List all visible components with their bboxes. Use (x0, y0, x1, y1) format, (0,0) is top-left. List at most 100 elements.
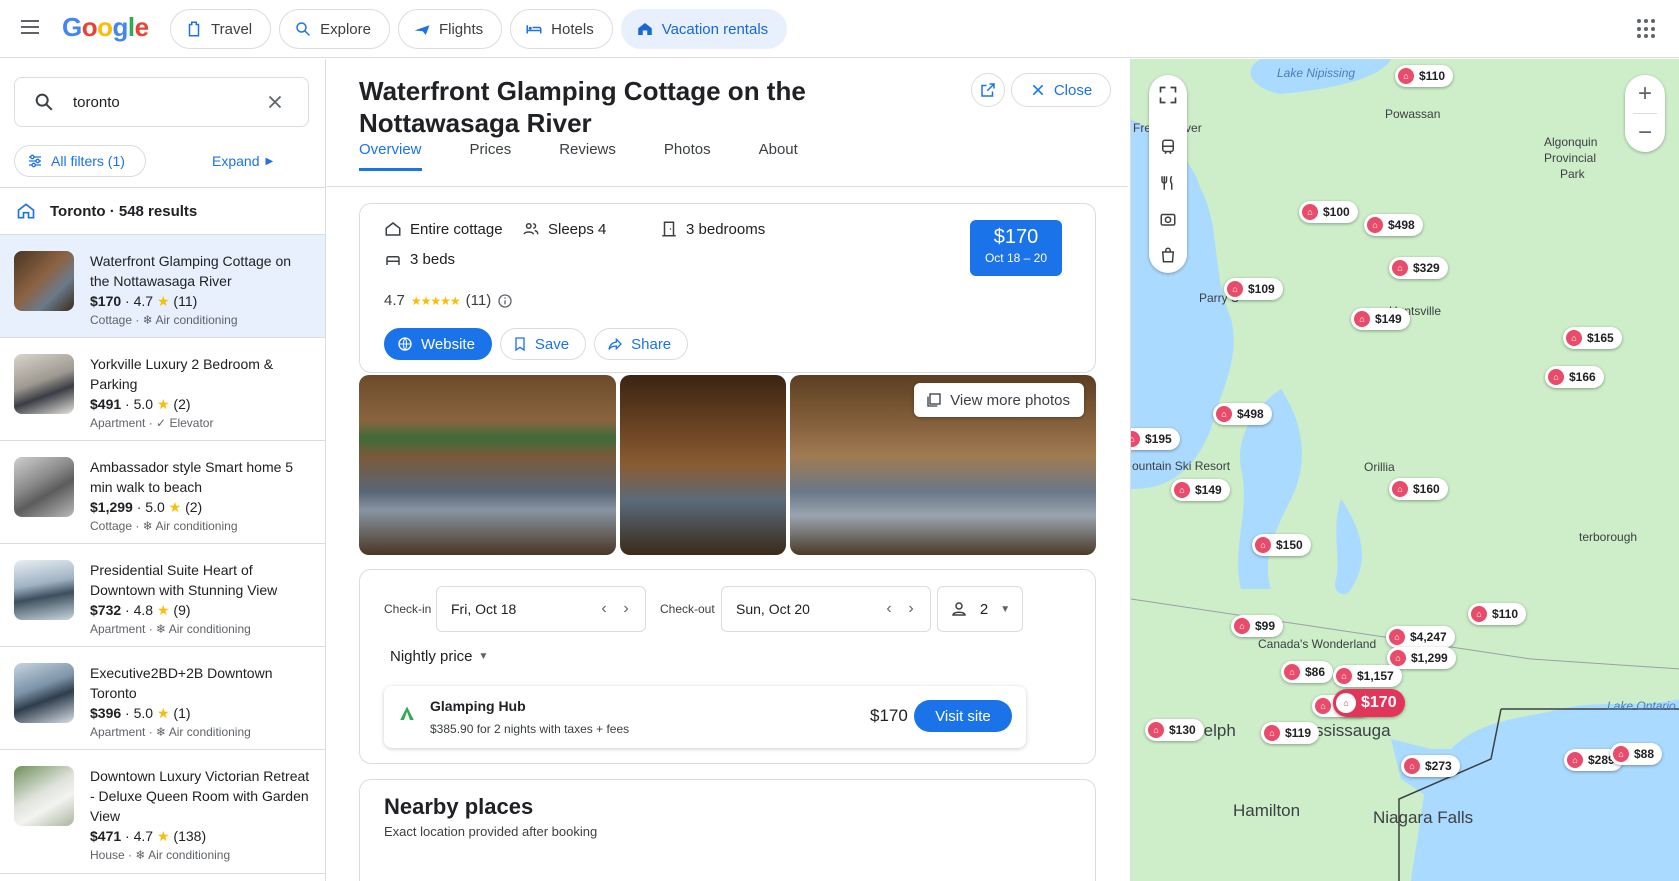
nearby-title: Nearby places (384, 794, 534, 819)
shopping-layer-button[interactable] (1149, 237, 1187, 273)
map-price-pin[interactable]: ⌂ $88 (1610, 743, 1663, 765)
map-price-pin[interactable]: ⌂ $160 (1389, 478, 1448, 500)
home-pin-icon: ⌂ (1255, 537, 1271, 553)
nightly-price: $170 (993, 226, 1039, 248)
nightly-price-dropdown[interactable]: Nightly price ▼ (390, 648, 488, 665)
pin-price: $86 (1305, 665, 1326, 679)
map-price-pin[interactable]: ⌂ $1,299 (1387, 647, 1456, 669)
visit-site-button[interactable]: Visit site (914, 700, 1012, 732)
star-icon: ★ (156, 293, 170, 309)
listing-item[interactable]: Ambassador style Smart home 5 min walk t… (0, 441, 325, 544)
nav-hotels[interactable]: Hotels (510, 9, 613, 49)
map-price-pin[interactable]: ⌂ $149 (1171, 479, 1230, 501)
listing-item[interactable]: Executive2BD+2B Downtown Toronto $396 · … (0, 647, 325, 750)
map-price-pin[interactable]: ⌂ $130 (1145, 719, 1204, 741)
price-box-button[interactable]: $170 Oct 18 – 20 (970, 220, 1062, 276)
all-filters-button[interactable]: All filters (1) (14, 145, 146, 177)
tab-prices[interactable]: Prices (470, 141, 512, 171)
transit-layer-button[interactable] (1149, 129, 1187, 165)
map-price-pin[interactable]: ⌂ $498 (1213, 403, 1272, 425)
listing-item[interactable]: Presidential Suite Heart of Downtown wit… (0, 544, 325, 647)
place-label: ountain Ski Resort (1132, 459, 1231, 473)
google-apps-icon[interactable] (1637, 19, 1657, 39)
website-button[interactable]: Website (384, 328, 492, 360)
map-price-pin[interactable]: ⌂ $150 (1252, 534, 1311, 556)
nav-flights[interactable]: Flights (397, 9, 503, 49)
map-price-pin[interactable]: ⌂ $166 (1545, 366, 1604, 388)
zoom-out-button[interactable]: − (1625, 114, 1665, 152)
chevron-left-icon[interactable]: ‹ (593, 598, 615, 620)
nav-explore[interactable]: Explore (279, 9, 390, 49)
offer-row[interactable]: Glamping Hub $385.90 for 2 nights with t… (384, 686, 1026, 748)
map-price-pin[interactable]: ⌂ $195 (1131, 428, 1180, 450)
map-price-pin[interactable]: ⌂ $149 (1351, 308, 1410, 330)
checkout-field[interactable]: Sun, Oct 20 ‹ › (721, 586, 931, 632)
map-price-pin[interactable]: ⌂ $119 (1261, 722, 1320, 744)
map-price-pin[interactable]: ⌂ $4,247 (1386, 626, 1455, 648)
listing-item[interactable]: Downtown Luxury Victorian Retreat - Delu… (0, 750, 325, 874)
tab-reviews[interactable]: Reviews (559, 141, 616, 171)
house-outline-icon (17, 203, 35, 219)
attractions-layer-button[interactable] (1149, 201, 1187, 237)
guests-selector[interactable]: 2 ▼ (937, 586, 1023, 632)
chevron-right-icon[interactable]: › (615, 598, 637, 620)
view-more-photos-button[interactable]: View more photos (914, 383, 1084, 417)
map-price-pin[interactable]: ⌂ $86 (1281, 661, 1334, 683)
tab-about[interactable]: About (759, 141, 798, 171)
place-label: Park (1560, 167, 1585, 181)
map-price-pin[interactable]: ⌂ $329 (1389, 257, 1448, 279)
expand-button[interactable]: Expand ▶ (212, 145, 273, 177)
nav-vacation-rentals[interactable]: Vacation rentals (620, 9, 788, 49)
tab-photos[interactable]: Photos (664, 141, 711, 171)
search-input[interactable]: toronto (14, 77, 309, 127)
chevron-right-icon[interactable]: › (900, 598, 922, 620)
pin-price: $149 (1195, 483, 1222, 497)
main-menu-button[interactable] (18, 16, 42, 40)
photo-third[interactable]: View more photos (790, 375, 1096, 555)
nav-travel[interactable]: Travel (170, 9, 272, 49)
pin-price: $109 (1248, 282, 1275, 296)
selected-map-pin[interactable]: ⌂ $170 (1333, 689, 1405, 717)
tab-overview[interactable]: Overview (359, 141, 422, 171)
photo-main[interactable] (359, 375, 616, 555)
map-price-pin[interactable]: ⌂ $273 (1401, 755, 1460, 777)
map-price-pin[interactable]: ⌂ $109 (1224, 278, 1283, 300)
home-pin-icon: ⌂ (1390, 650, 1406, 666)
close-button[interactable]: Close (1011, 73, 1111, 107)
stay-dates: Oct 18 – 20 (984, 251, 1048, 265)
listing-item[interactable]: Yorkville Luxury 2 Bedroom & Parking $49… (0, 338, 325, 441)
share-button[interactable]: Share (594, 328, 689, 360)
home-pin-icon: ⌂ (1148, 722, 1164, 738)
listing-name: Presidential Suite Heart of Downtown wit… (90, 562, 278, 598)
save-button[interactable]: Save (499, 328, 587, 360)
info-icon[interactable] (497, 293, 513, 309)
zoom-in-button[interactable]: + (1625, 75, 1665, 113)
listing-item[interactable]: Waterfront Glamping Cottage on the Notta… (0, 235, 325, 338)
map-panel[interactable]: Lake Nipissing Powassan French River Alg… (1130, 59, 1679, 881)
home-pin-icon: ⌂ (1336, 693, 1356, 713)
map-price-pin[interactable]: ⌂ $1,157 (1333, 665, 1402, 687)
google-logo[interactable]: Google (62, 12, 149, 43)
chevron-left-icon[interactable]: ‹ (878, 598, 900, 620)
results-count: Toronto · 548 results (50, 202, 198, 220)
travel-bag-icon (188, 21, 200, 37)
place-label: Lake Nipissing (1277, 66, 1356, 80)
map-price-pin[interactable]: ⌂ $165 (1563, 327, 1622, 349)
listing-price: $732 (90, 602, 122, 618)
map-price-pin[interactable]: ⌂ $110 (1468, 603, 1527, 625)
pin-price: $100 (1323, 205, 1350, 219)
fullscreen-button[interactable] (1149, 75, 1187, 115)
search-value[interactable]: toronto (73, 94, 264, 111)
fullscreen-icon (1159, 86, 1177, 104)
map-price-pin[interactable]: ⌂ $110 (1395, 65, 1454, 87)
restaurants-layer-button[interactable] (1149, 165, 1187, 201)
map-price-pin[interactable]: ⌂ $99 (1231, 615, 1284, 637)
review-count[interactable]: (11) (466, 292, 492, 309)
clear-search-icon[interactable] (264, 91, 286, 113)
pin-price: $273 (1425, 759, 1452, 773)
map-price-pin[interactable]: ⌂ $100 (1299, 201, 1358, 223)
checkin-field[interactable]: Fri, Oct 18 ‹ › (436, 586, 646, 632)
map-price-pin[interactable]: ⌂ $498 (1364, 214, 1423, 236)
photo-second[interactable] (620, 375, 786, 555)
open-in-new-button[interactable] (971, 73, 1005, 107)
